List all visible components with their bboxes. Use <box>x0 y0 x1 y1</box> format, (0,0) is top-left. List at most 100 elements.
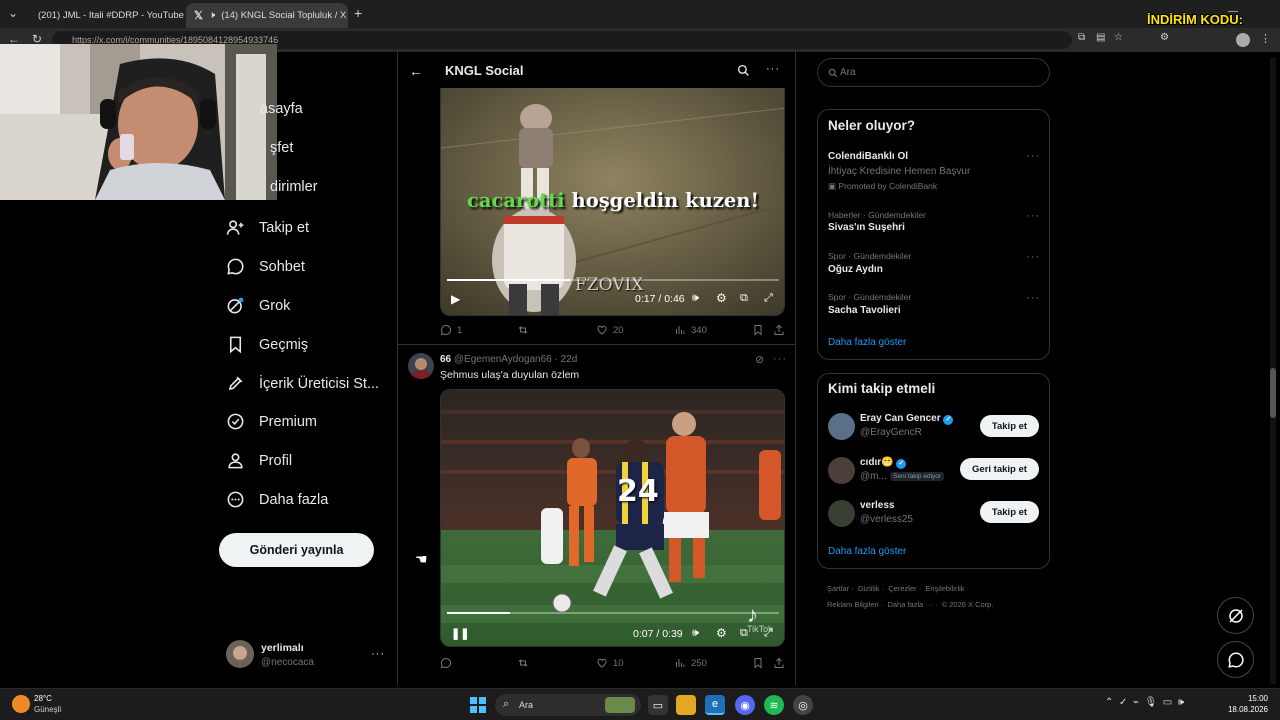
post-video[interactable]: cacarotti hoşgeldin kuzen! FZOVIX ▶ 0:17… <box>440 88 785 316</box>
volume-icon[interactable]: 🕪 <box>692 627 699 640</box>
minimize-icon[interactable]: — <box>1228 6 1238 17</box>
footer-link[interactable]: Şartlar <box>827 584 849 593</box>
nav-grok[interactable]: Grok <box>226 296 290 315</box>
picture-in-picture-icon[interactable]: ⧉ <box>740 627 748 640</box>
footer-link[interactable]: Daha fazla ··· <box>887 600 932 609</box>
trend-menu-dots-icon[interactable]: ··· <box>1026 292 1040 304</box>
spotify-icon[interactable]: ≋ <box>764 695 784 715</box>
trend-menu-dots-icon[interactable]: ··· <box>1026 150 1040 162</box>
messages-float-button[interactable] <box>1217 641 1254 678</box>
edge-browser-icon[interactable]: e <box>705 695 725 715</box>
task-view-icon[interactable]: ▭ <box>648 695 668 715</box>
clock-time[interactable]: 15:00 <box>1228 694 1268 703</box>
nav-history[interactable]: Geçmiş <box>226 335 308 354</box>
search-input[interactable]: Ara <box>817 58 1050 87</box>
reply-action[interactable] <box>440 657 452 669</box>
share-action[interactable] <box>773 324 785 336</box>
bookmark-action[interactable] <box>752 657 764 669</box>
picture-in-picture-icon[interactable]: ⧉ <box>740 292 748 305</box>
tray-volume-icon[interactable]: 🕪 <box>1178 697 1184 708</box>
reader-icon[interactable]: ▤ <box>1096 32 1105 43</box>
volume-icon[interactable]: 🕪 <box>692 292 699 305</box>
nav-explore[interactable]: şfet <box>270 140 293 156</box>
trend-menu-dots-icon[interactable]: ··· <box>1026 210 1040 222</box>
suggested-user-avatar[interactable] <box>828 413 855 440</box>
account-avatar[interactable] <box>226 640 254 668</box>
tray-mic-icon[interactable]: 🎙 <box>1145 697 1158 708</box>
nav-follow[interactable]: Takip et <box>226 218 309 237</box>
post-author-handle[interactable]: @EgemenAydogan66 <box>454 354 552 365</box>
video-progress-track[interactable] <box>447 279 779 281</box>
share-action[interactable] <box>773 657 785 669</box>
trend-menu-dots-icon[interactable]: ··· <box>1026 251 1040 263</box>
page-scrollbar[interactable] <box>1270 58 1276 684</box>
account-menu-dots-icon[interactable]: ··· <box>371 648 385 660</box>
footer-link[interactable]: Gizlilik <box>858 584 880 593</box>
taskbar-search[interactable]: ⌕ Ara <box>495 694 641 716</box>
weather-icon[interactable] <box>12 695 30 713</box>
reply-action[interactable]: 1 <box>440 324 462 336</box>
repost-action[interactable] <box>517 657 529 669</box>
tray-app-icon[interactable]: ✓ <box>1119 697 1127 708</box>
play-icon[interactable]: ▶ <box>451 292 460 306</box>
views-action[interactable]: 250 <box>674 657 707 669</box>
nav-more[interactable]: Daha fazla <box>226 490 328 509</box>
nav-chat[interactable]: Sohbet <box>226 257 305 276</box>
file-explorer-icon[interactable] <box>676 695 696 715</box>
nav-notifications[interactable]: dirimler <box>270 179 318 195</box>
tray-network-icon[interactable]: ⌁ <box>1133 697 1139 708</box>
grok-explain-icon[interactable]: ⊘ <box>755 353 764 366</box>
grok-float-button[interactable] <box>1217 597 1254 634</box>
like-action[interactable]: 10 <box>596 657 624 669</box>
profile-avatar[interactable] <box>1236 33 1250 47</box>
nav-premium[interactable]: Premium <box>226 412 317 431</box>
footer-link[interactable]: Çerezler <box>888 584 916 593</box>
trend-name[interactable]: Sacha Tavolieri <box>828 305 901 316</box>
trend-name[interactable]: ColendiBanklı Ol <box>828 151 908 162</box>
system-tray[interactable]: ⌃ ✓ ⌁ 🎙 ▭ 🕪 <box>1105 697 1184 708</box>
obs-icon[interactable]: ◎ <box>793 695 813 715</box>
tray-display-icon[interactable]: ▭ <box>1163 697 1172 708</box>
discord-icon[interactable]: ◉ <box>735 695 755 715</box>
community-menu-dots-icon[interactable]: ··· <box>766 63 780 75</box>
trends-show-more[interactable]: Daha fazla göster <box>828 337 906 348</box>
back-arrow-icon[interactable]: ← <box>409 63 423 79</box>
who-to-follow-show-more[interactable]: Daha fazla göster <box>828 546 906 557</box>
new-tab-plus-icon[interactable]: + <box>354 5 362 21</box>
video-progress-track[interactable] <box>447 612 779 614</box>
trend-name[interactable]: Oğuz Aydın <box>828 264 883 275</box>
tab-list-chevron-icon[interactable]: ⌄ <box>8 6 18 20</box>
video-settings-icon[interactable]: ⚙ <box>716 626 727 640</box>
post-button[interactable]: Gönderi yayınla <box>219 533 374 567</box>
extensions-icon[interactable]: ⧉ <box>1078 32 1085 43</box>
browser-tab-youtube[interactable]: (201) JML - Itali #DDRP - YouTube ✕ <box>24 3 186 28</box>
settings-icon[interactable]: ⚙ <box>1160 32 1169 43</box>
repost-action[interactable] <box>517 324 529 336</box>
footer-link[interactable]: Reklam Bilgileri <box>827 600 879 609</box>
nav-profile[interactable]: Profil <box>226 451 292 470</box>
speaker-icon[interactable]: 🕨 <box>209 10 215 21</box>
nav-home[interactable]: asayfa <box>260 101 303 117</box>
video-settings-icon[interactable]: ⚙ <box>716 291 727 305</box>
follow-button[interactable]: Takip et <box>980 501 1039 523</box>
start-windows-icon[interactable] <box>468 695 488 715</box>
suggested-user-name[interactable]: Eray Can Gencer ✓ <box>860 413 954 425</box>
post-author-name[interactable]: 66 <box>440 354 451 365</box>
bookmark-action[interactable] <box>752 324 764 336</box>
fullscreen-icon[interactable]: ⤢ <box>764 292 773 305</box>
suggested-user-name[interactable]: cıdır😁 ✓ <box>860 457 907 469</box>
follow-back-button[interactable]: Geri takip et <box>960 458 1039 480</box>
nav-creator-studio[interactable]: İçerik Üreticisi St... <box>226 374 379 393</box>
menu-dots-icon[interactable]: ⋮ <box>1260 32 1271 45</box>
suggested-user-avatar[interactable] <box>828 500 855 527</box>
post-author-avatar[interactable] <box>408 353 434 379</box>
post-age[interactable]: 22d <box>561 354 578 365</box>
footer-link[interactable]: Erişilebilirlik <box>925 584 964 593</box>
bookmark-star-icon[interactable]: ☆ <box>1114 32 1123 43</box>
clock-date[interactable]: 18.08.2026 <box>1220 705 1268 714</box>
follow-button[interactable]: Takip et <box>980 415 1039 437</box>
suggested-user-avatar[interactable] <box>828 457 855 484</box>
views-action[interactable]: 340 <box>674 324 707 336</box>
scrollbar-thumb[interactable] <box>1270 368 1276 418</box>
fullscreen-icon[interactable]: ⤢ <box>764 627 773 640</box>
